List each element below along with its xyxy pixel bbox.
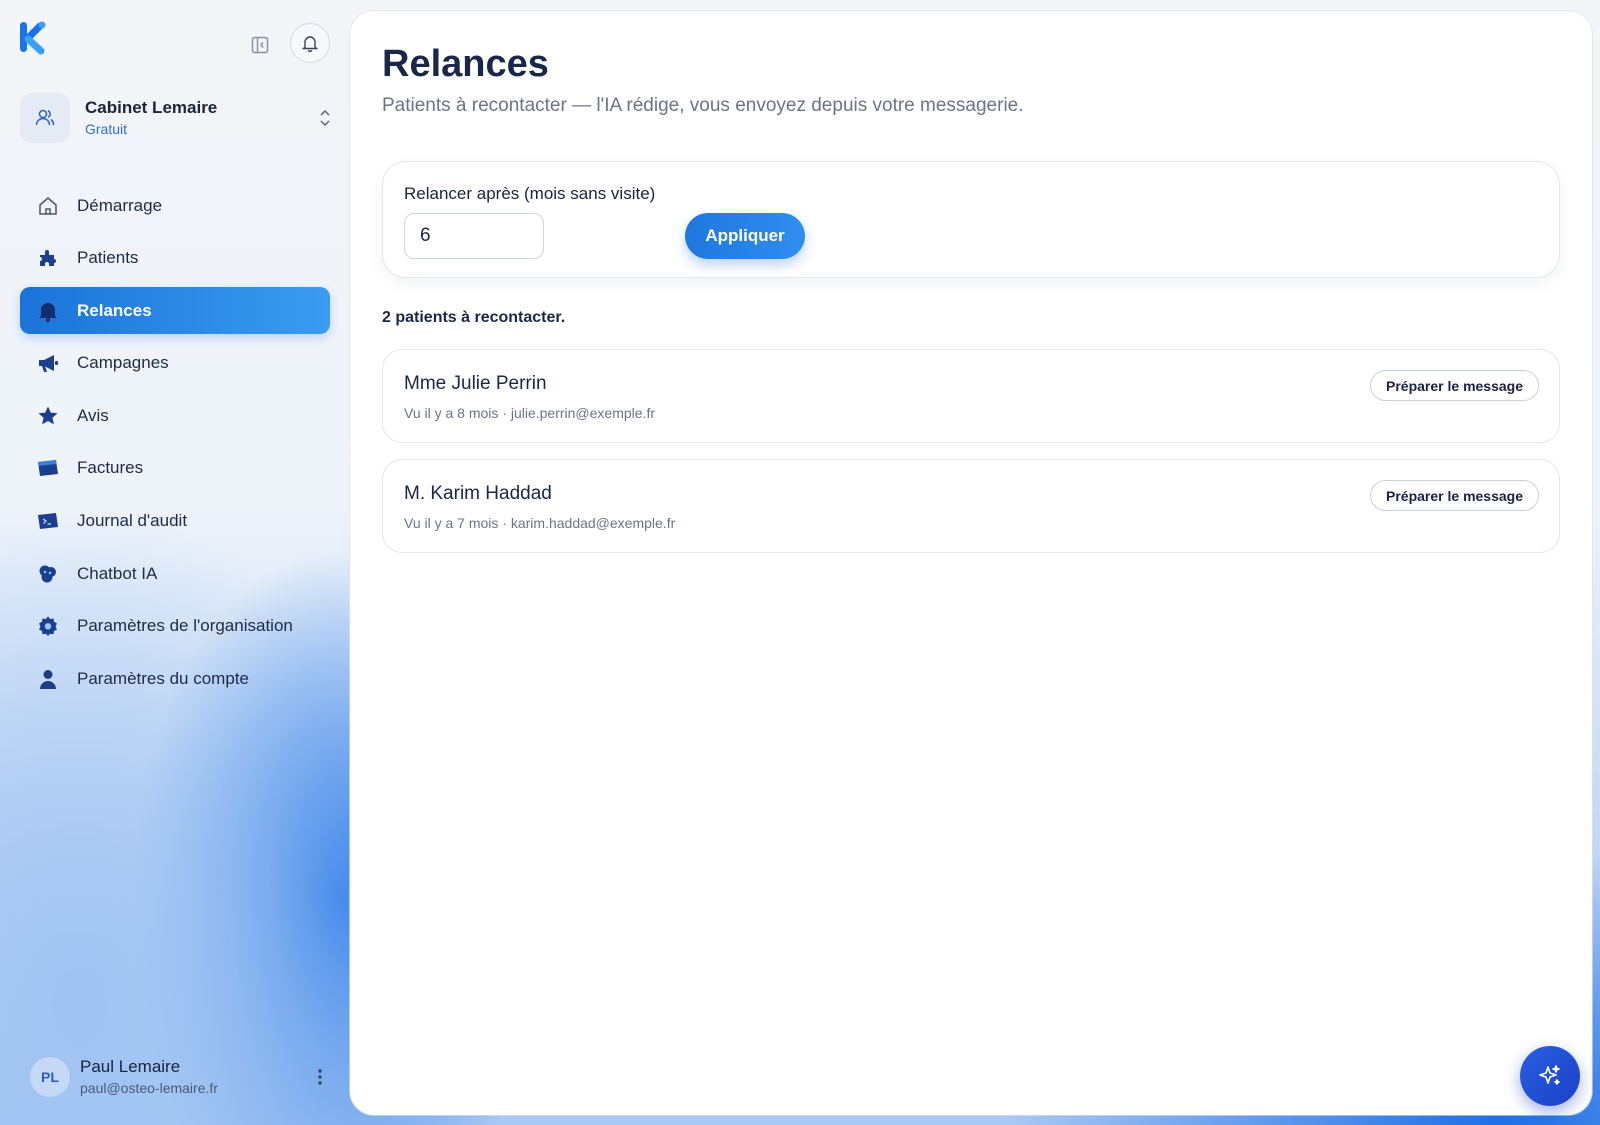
patient-meta: Vu il y a 7 mois · karim.haddad@exemple.… (404, 515, 676, 531)
filter-card: Relancer après (mois sans visite) Appliq… (382, 161, 1560, 278)
patient-name: Mme Julie Perrin (404, 373, 547, 394)
sidebar-item-label: Journal d'audit (77, 511, 188, 531)
page-title: Relances (382, 43, 549, 85)
list-item: M. Karim Haddad Vu il y a 7 mois · karim… (382, 459, 1560, 553)
sidebar-item-relances[interactable]: Relances (20, 287, 330, 335)
sidebar-item-factures[interactable]: Factures (20, 445, 330, 492)
sidebar-item-label: Avis (77, 405, 109, 425)
chatbot-icon (39, 565, 56, 583)
sidebar-item-campagnes[interactable]: Campagnes (20, 340, 330, 387)
organization-switcher[interactable]: Cabinet Lemaire Gratuit (20, 92, 335, 144)
sidebar-item-parametres-compte[interactable]: Paramètres du compte (20, 655, 330, 702)
sidebar-item-journal-audit[interactable]: Journal d'audit (20, 498, 330, 545)
organization-plan: Gratuit (85, 121, 128, 137)
more-vertical-icon (318, 1069, 322, 1085)
sidebar-item-parametres-organisation[interactable]: Paramètres de l'organisation (20, 603, 330, 650)
ai-assistant-button[interactable] (1520, 1046, 1580, 1106)
main-content: Relances Patients à recontacter — l'IA r… (350, 11, 1592, 1115)
sidebar-item-chatbot-ia[interactable]: Chatbot IA (20, 550, 330, 597)
user-icon (40, 669, 56, 689)
prepare-message-button[interactable]: Préparer le message (1370, 480, 1539, 511)
users-icon (35, 109, 55, 126)
sidebar-collapse-button[interactable] (247, 32, 273, 58)
list-item: Mme Julie Perrin Vu il y a 8 mois · juli… (382, 349, 1560, 443)
sidebar-item-label: Campagnes (77, 353, 169, 373)
sidebar-item-label: Patients (77, 248, 139, 268)
sidebar-item-label: Paramètres du compte (77, 668, 249, 688)
prepare-message-button[interactable]: Préparer le message (1370, 370, 1539, 401)
patients-count: 2 patients à recontacter. (382, 309, 566, 326)
organization-name: Cabinet Lemaire (85, 98, 218, 117)
sidebar-item-label: Chatbot IA (77, 563, 158, 583)
months-threshold-input[interactable] (404, 213, 544, 259)
user-email: paul@osteo-lemaire.fr (80, 1080, 218, 1096)
app-logo-icon[interactable] (18, 20, 48, 56)
terminal-icon (38, 513, 58, 530)
sparkles-icon (1539, 1065, 1560, 1085)
megaphone-icon (39, 355, 58, 373)
sidebar-toggle-icon (251, 36, 269, 54)
sidebar-nav: Démarrage Patients Relances Campagnes Av… (20, 182, 330, 708)
invoice-icon (38, 460, 58, 477)
sidebar-item-avis[interactable]: Avis (20, 392, 330, 439)
user-profile[interactable]: PL Paul Lemaire paul@osteo-lemaire.fr (30, 1052, 330, 1102)
patient-meta: Vu il y a 8 mois · julie.perrin@exemple.… (404, 405, 656, 421)
chevron-up-down-icon (320, 109, 330, 127)
puzzle-icon (40, 250, 56, 267)
sidebar-item-label: Démarrage (77, 195, 163, 215)
page-subtitle: Patients à recontacter — l'IA rédige, vo… (382, 95, 1024, 116)
patient-name: M. Karim Haddad (404, 483, 552, 504)
sidebar-item-patients[interactable]: Patients (20, 235, 330, 282)
notification-bell-icon (301, 36, 319, 52)
bell-icon (39, 302, 57, 322)
sidebar: Cabinet Lemaire Gratuit Démarrage Patien… (0, 0, 350, 1125)
home-icon (39, 196, 57, 215)
avatar: PL (30, 1057, 70, 1097)
settings-icon (39, 616, 57, 637)
user-name: Paul Lemaire (80, 1057, 181, 1076)
apply-button[interactable]: Appliquer (685, 213, 805, 259)
user-menu-button[interactable] (310, 1068, 330, 1086)
months-threshold-label: Relancer après (mois sans visite) (404, 184, 656, 203)
organization-avatar (20, 93, 70, 143)
notifications-button[interactable] (290, 23, 330, 63)
star-icon (38, 406, 58, 425)
sidebar-item-label: Relances (77, 300, 152, 320)
sidebar-item-label: Factures (77, 458, 144, 478)
sidebar-item-demarrage[interactable]: Démarrage (20, 182, 330, 229)
sidebar-item-label: Paramètres de l'organisation (77, 616, 293, 636)
